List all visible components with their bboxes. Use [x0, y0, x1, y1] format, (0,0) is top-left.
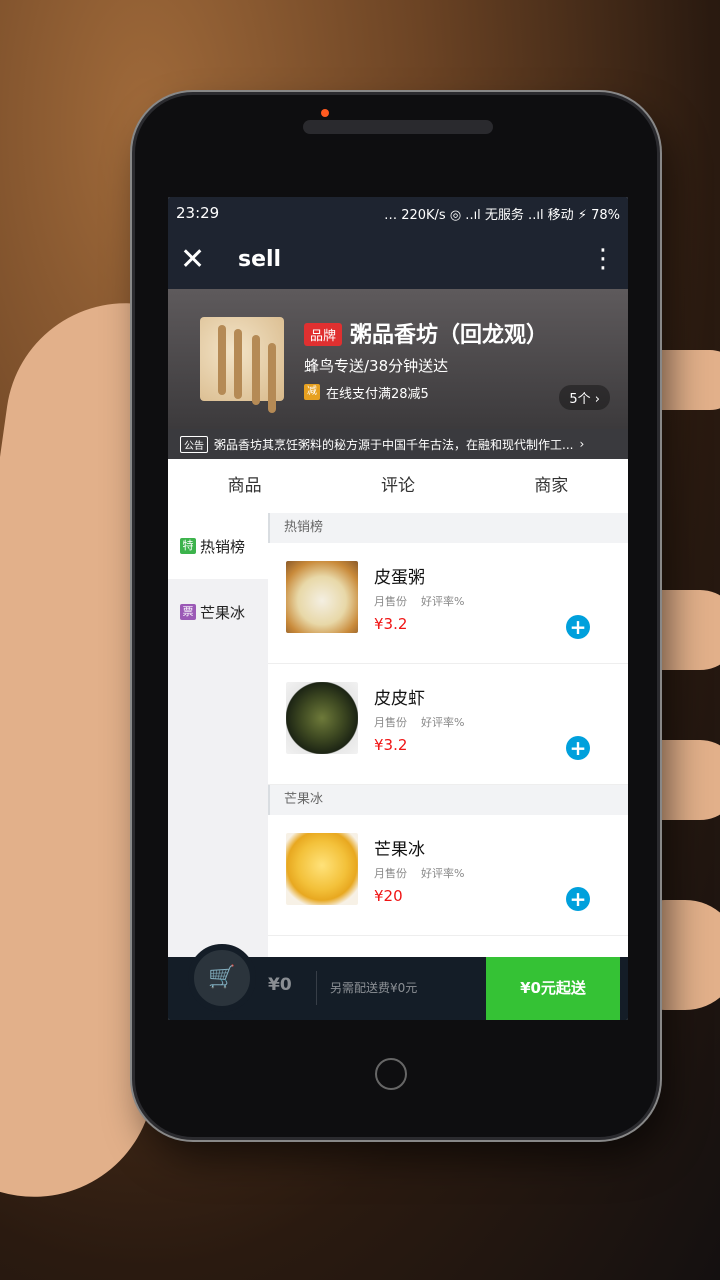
goods-content: 特 热销榜 票 芒果冰 热销榜 皮蛋粥 月售份 好评率% ¥3.2 + 皮皮虾 …	[168, 513, 628, 957]
plus-icon[interactable]: +	[566, 887, 590, 911]
food-price: ¥3.2	[374, 736, 408, 754]
food-name: 皮蛋粥	[374, 568, 425, 588]
delivery-info: 蜂鸟专送/38分钟送达	[304, 357, 449, 375]
status-time: 23:29	[176, 204, 220, 222]
tab-bar: 商品 评论 商家	[168, 459, 628, 514]
food-sales: 月售份	[374, 595, 407, 608]
page-title: sell	[238, 246, 282, 272]
food-item[interactable]: 皮皮虾 月售份 好评率% ¥3.2 +	[268, 664, 628, 785]
menu-item-label: 芒果冰	[200, 603, 246, 622]
status-indicators: … 220K/s ◎ ..ıl 无服务 ..ıl 移动 ⚡	[384, 207, 587, 223]
divider	[316, 971, 317, 1005]
battery-level: 78%	[591, 207, 620, 223]
shop-avatar	[200, 317, 284, 401]
special-icon: 特	[180, 538, 196, 554]
bulletin-text: 粥品香坊其烹饪粥料的秘方源于中国千年古法，在融和现代制作工...	[214, 437, 574, 452]
food-list: 热销榜 皮蛋粥 月售份 好评率% ¥3.2 + 皮皮虾 月售份 好评率% ¥3.…	[268, 513, 628, 957]
section-title: 芒果冰	[268, 785, 628, 815]
checkout-button[interactable]: ¥0元起送	[486, 957, 620, 1020]
section-title: 热销榜	[268, 513, 628, 543]
plus-icon[interactable]: +	[566, 615, 590, 639]
app-toolbar: ✕ sell ⋮	[168, 229, 628, 289]
chevron-right-icon: ›	[579, 437, 585, 451]
food-meta: 月售份 好评率%	[374, 714, 464, 730]
food-name: 芒果冰	[374, 840, 425, 860]
promo-count-button[interactable]: 5个 ›	[559, 385, 610, 410]
bulletin-tag: 公告	[180, 435, 208, 453]
discount-icon: 减	[304, 384, 320, 400]
shop-name: 粥品香坊（回龙观）	[350, 323, 549, 348]
category-menu: 特 热销榜 票 芒果冰	[168, 513, 268, 957]
promo-text: 在线支付满28减5	[326, 387, 429, 402]
food-rating: 好评率%	[421, 716, 465, 729]
food-name: 皮皮虾	[374, 689, 425, 709]
food-image	[286, 833, 358, 905]
ticket-icon: 票	[180, 604, 196, 620]
food-price: ¥20	[374, 887, 403, 905]
shopcart-bar: 🛒 ¥0 另需配送费¥0元 ¥0元起送	[168, 944, 628, 1020]
bulletin-bar[interactable]: 公告 粥品香坊其烹饪粥料的秘方源于中国千年古法，在融和现代制作工... ›	[168, 429, 628, 459]
tab-goods[interactable]: 商品	[168, 459, 321, 513]
menu-item-label: 热销榜	[200, 537, 246, 556]
brand-badge: 品牌	[304, 323, 343, 346]
food-rating: 好评率%	[421, 867, 465, 880]
food-image	[286, 682, 358, 754]
status-bar: 23:29 … 220K/s ◎ ..ıl 无服务 ..ıl 移动 ⚡ 78%	[168, 197, 628, 229]
food-item[interactable]: 皮蛋粥 月售份 好评率% ¥3.2 +	[268, 543, 628, 664]
plus-icon[interactable]: +	[566, 736, 590, 760]
phone-screen: 23:29 … 220K/s ◎ ..ıl 无服务 ..ıl 移动 ⚡ 78% …	[168, 197, 628, 1020]
food-rating: 好评率%	[421, 595, 465, 608]
photo-scene: 23:29 … 220K/s ◎ ..ıl 无服务 ..ıl 移动 ⚡ 78% …	[0, 0, 720, 1280]
food-meta: 月售份 好评率%	[374, 593, 464, 609]
food-price: ¥3.2	[374, 615, 408, 633]
food-sales: 月售份	[374, 716, 407, 729]
food-meta: 月售份 好评率%	[374, 865, 464, 881]
home-button[interactable]	[375, 1058, 407, 1090]
phone-speaker	[303, 120, 493, 134]
cart-total: ¥0	[268, 975, 292, 995]
shop-header: 品牌 粥品香坊（回龙观） 蜂鸟专送/38分钟送达 减 在线支付满28减5 5个 …	[168, 289, 628, 429]
delivery-fee: 另需配送费¥0元	[330, 981, 418, 995]
more-vertical-icon[interactable]: ⋮	[590, 244, 616, 274]
menu-item-mango[interactable]: 票 芒果冰	[168, 579, 268, 645]
tab-ratings[interactable]: 评论	[321, 459, 474, 513]
food-item[interactable]: 芒果冰 月售份 好评率% ¥20 +	[268, 815, 628, 936]
cart-icon[interactable]: 🛒	[188, 944, 256, 1012]
close-icon[interactable]: ✕	[180, 242, 220, 277]
tab-seller[interactable]: 商家	[475, 459, 628, 513]
menu-item-hot[interactable]: 特 热销榜	[168, 513, 268, 579]
phone-led	[321, 109, 329, 117]
food-sales: 月售份	[374, 867, 407, 880]
food-image	[286, 561, 358, 633]
